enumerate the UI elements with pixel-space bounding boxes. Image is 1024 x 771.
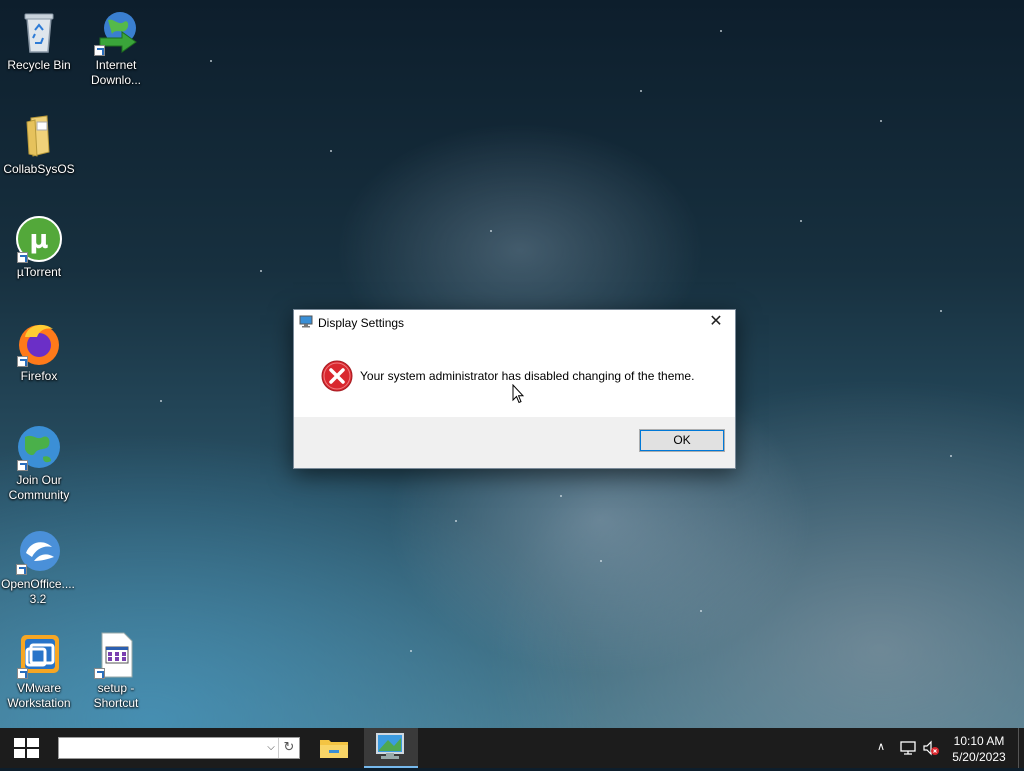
desktop-icon-firefox[interactable]: Firefox [1,319,77,384]
desktop-icon-label: setup - [97,681,135,695]
desktop-icon-collabsysos[interactable]: CollabSysOS [1,112,77,177]
taskbar-display-settings[interactable] [364,728,418,768]
desktop-icon-label: CollabSysOS [3,162,75,176]
internet-download-manager-icon [92,8,140,56]
desktop-icon-utorrent[interactable]: µ µTorrent [1,215,77,280]
taskbar: ⌵ ↻ ∧ 10:10 AM 5/20/2023 [0,728,1024,768]
desktop-icon-label: µTorrent [16,265,62,279]
desktop-icon-label: OpenOffice.... [1,577,75,591]
firefox-icon [15,319,63,367]
clock-time: 10:10 AM [953,734,1005,748]
desktop-icon-label: Firefox [20,369,58,383]
dialog-title: Display Settings [318,316,405,330]
volume-muted-icon[interactable] [922,740,940,756]
desktop-icon-join-our-community[interactable]: Join Our Community [1,423,77,503]
desktop-icon-internet-download-manager[interactable]: Internet Downlo... [78,8,154,88]
desktop-icon-label: Shortcut [93,696,139,710]
desktop-icon-setup-shortcut[interactable]: setup - Shortcut [78,631,154,711]
desktop-icon-label: Downlo... [90,73,142,87]
recycle-bin-icon [15,8,63,56]
chevron-down-icon[interactable]: ⌵ [263,738,279,758]
mouse-cursor-icon [512,383,525,404]
ok-button[interactable]: OK [639,429,725,452]
monitor-icon [299,315,313,328]
taskbar-clock[interactable]: 10:10 AM 5/20/2023 [942,733,1016,765]
folder-icon [320,740,348,758]
desktop-icon-vmware-workstation[interactable]: VMware Workstation [1,631,77,711]
show-desktop-button[interactable] [1018,728,1024,768]
desktop-icon-label: Recycle Bin [7,58,71,72]
desktop-icon-label: VMware [16,681,61,695]
svg-text:µ: µ [29,225,48,255]
desktop-icon-openoffice[interactable]: OpenOffice.... 3.2 [0,527,76,607]
desktop-icon-recycle-bin[interactable]: Recycle Bin [1,8,77,73]
dialog-footer: OK [294,417,735,468]
network-icon[interactable] [899,740,917,756]
utorrent-icon: µ [15,215,63,263]
close-icon: ✕ [709,313,723,330]
taskbar-file-explorer[interactable] [311,728,357,768]
clock-date: 5/20/2023 [952,750,1006,764]
close-button[interactable]: ✕ [697,310,735,334]
vmware-icon [15,631,63,679]
monitor-icon [376,733,404,759]
desktop-icon-label: Community [8,488,70,502]
start-button[interactable] [0,728,52,768]
error-icon [321,360,353,392]
dialog-message: Your system administrator has disabled c… [360,369,695,383]
folder-icon [15,112,63,160]
setup-file-icon [92,631,140,679]
openoffice-icon [14,527,62,575]
windows-logo-icon [14,738,39,758]
desktop-icon-label: Internet [95,58,137,72]
tray-overflow-chevron-icon[interactable]: ∧ [874,740,888,754]
desktop-icon-label: Workstation [7,696,71,710]
refresh-icon[interactable]: ↻ [278,738,299,758]
desktop-icon-label: Join Our [16,473,62,487]
globe-icon [15,423,63,471]
taskbar-search-box[interactable]: ⌵ ↻ [58,737,300,759]
desktop-icon-label: 3.2 [29,592,47,606]
